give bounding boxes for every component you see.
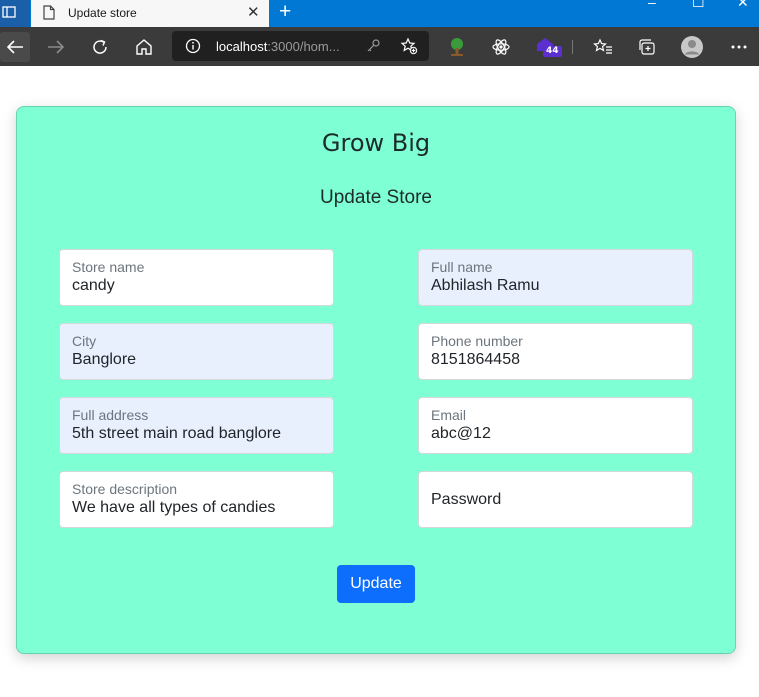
favorites-icon [593,38,612,54]
tab-title: Update store [68,6,137,20]
back-arrow-icon [6,40,23,54]
update-store-card: Grow Big Update Store Store name candy F… [16,106,736,654]
email-field[interactable]: Email abc@12 [418,397,693,454]
forward-button[interactable] [44,35,68,59]
badge-extension-button[interactable]: 44 [533,35,563,59]
brand-title: Grow Big [321,129,431,157]
phone-number-label: Phone number [431,333,523,349]
city-field[interactable]: City Banglore [59,323,334,380]
store-name-label: Store name [72,259,145,275]
info-icon[interactable] [185,38,201,59]
full-address-value[interactable]: 5th street main road banglore [72,425,281,443]
password-field[interactable]: Password [418,471,693,528]
refresh-icon [93,39,107,54]
tab-close-icon[interactable]: ✕ [247,4,260,21]
full-address-label: Full address [72,407,149,423]
profile-icon [681,36,703,58]
browser-titlebar: Update store ✕ + – ☐ ✕ [0,0,759,27]
phone-number-value[interactable]: 8151864458 [431,351,520,369]
more-icon [731,45,747,49]
forward-arrow-icon [48,40,65,54]
home-icon [136,39,152,55]
back-button[interactable] [0,32,30,62]
refresh-button[interactable] [88,35,112,59]
browser-tab[interactable]: Update store ✕ [31,0,269,27]
page-subtitle: Update Store [320,187,432,208]
more-button[interactable] [727,35,751,59]
phone-number-field[interactable]: Phone number 8151864458 [418,323,693,380]
tab-actions-icon [2,6,16,18]
full-address-field[interactable]: Full address 5th street main road banglo… [59,397,334,454]
add-favorite-icon[interactable] [400,37,418,60]
city-label: City [72,333,97,349]
password-placeholder: Password [431,491,502,508]
store-description-value[interactable]: We have all types of candies [72,499,275,517]
home-button[interactable] [132,35,156,59]
collections-button[interactable] [635,35,659,59]
tab-actions-button[interactable] [0,0,30,27]
store-description-label: Store description [72,481,178,497]
email-label: Email [431,407,467,423]
key-icon[interactable] [365,38,381,59]
react-extension-icon [492,39,510,55]
page-icon [43,5,55,23]
url-text: localhost:3000/hom... [216,39,340,54]
tree-extension-icon [451,38,463,56]
react-extension-button[interactable] [489,35,513,59]
toolbar-separator [572,40,573,54]
full-name-field[interactable]: Full name Abhilash Ramu [418,249,693,306]
url-path: :3000/hom... [267,39,340,54]
new-tab-icon[interactable]: + [279,0,291,24]
full-name-value[interactable]: Abhilash Ramu [431,277,540,295]
address-bar[interactable]: localhost:3000/hom... [172,31,429,61]
close-window-icon[interactable]: ✕ [737,0,749,11]
update-button[interactable]: Update [337,565,415,603]
maximize-icon[interactable]: ☐ [692,0,705,11]
minimize-icon[interactable]: – [648,0,656,10]
full-name-label: Full name [431,259,493,275]
browser-toolbar: localhost:3000/hom... 44 [0,27,759,66]
collections-icon [639,39,655,55]
store-name-value[interactable]: candy [72,277,115,295]
profile-button[interactable] [680,35,704,59]
tree-extension-button[interactable] [445,35,469,59]
store-name-field[interactable]: Store name candy [59,249,334,306]
city-value[interactable]: Banglore [72,351,136,369]
favorites-button[interactable] [591,35,615,59]
email-value[interactable]: abc@12 [431,425,491,443]
url-host: localhost [216,39,268,54]
store-description-field[interactable]: Store description We have all types of c… [59,471,334,528]
extension-badge-count: 44 [543,46,562,57]
